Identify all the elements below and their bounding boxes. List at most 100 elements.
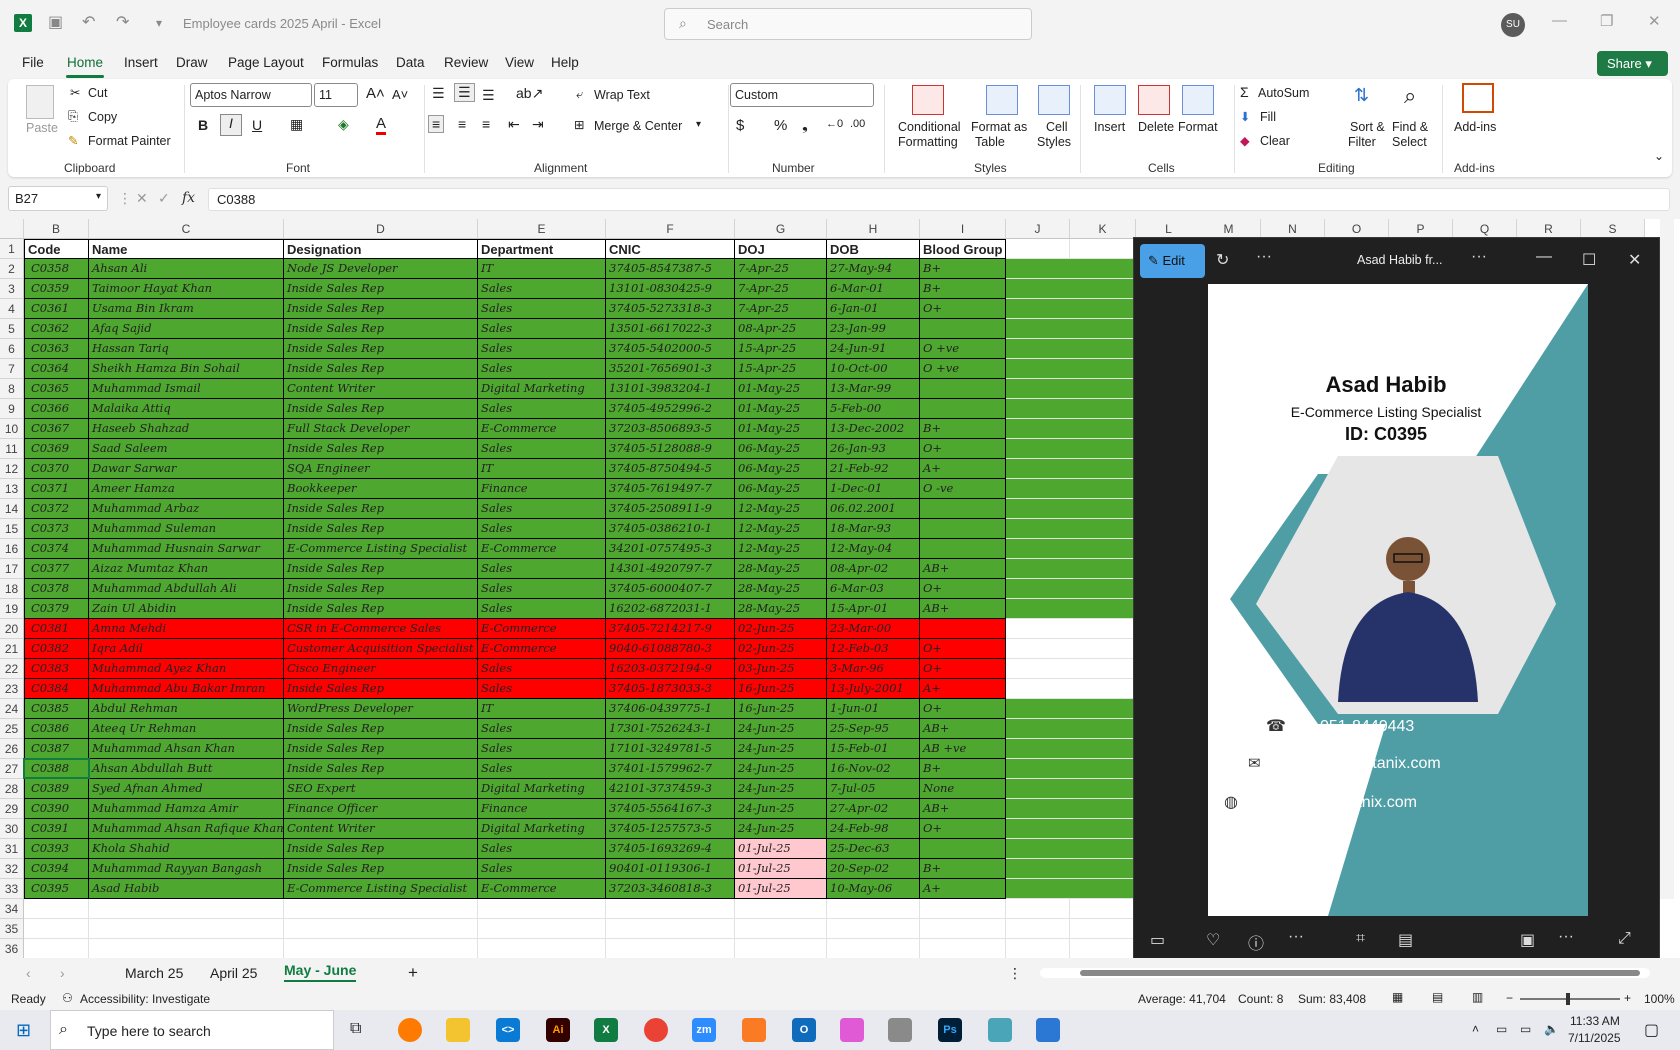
underline-icon[interactable]: U	[252, 117, 262, 133]
table-cell[interactable]: AB+	[920, 559, 1006, 579]
table-cell[interactable]: C0358	[24, 259, 89, 279]
favorite-icon[interactable]: ♡	[1206, 930, 1220, 950]
autosum-button[interactable]: AutoSum	[1258, 86, 1309, 100]
table-cell[interactable]: Sales	[478, 739, 606, 759]
header-cell[interactable]: DOB	[827, 239, 920, 259]
row-header[interactable]: 15	[0, 519, 24, 539]
table-cell[interactable]: Sales	[478, 339, 606, 359]
table-cell[interactable]: C0361	[24, 299, 89, 319]
table-cell[interactable]: 06-May-25	[735, 479, 827, 499]
table-cell[interactable]: Aizaz Mumtaz Khan	[89, 559, 284, 579]
table-cell[interactable]: Bookkeeper	[284, 479, 478, 499]
excel-taskbar-icon[interactable]: X	[594, 1018, 618, 1042]
empty-cell[interactable]	[89, 899, 284, 919]
column-header[interactable]: H	[827, 219, 920, 239]
font-color-icon[interactable]: A	[376, 115, 387, 135]
tray-up-icon[interactable]: ˄	[1472, 1022, 1479, 1036]
table-cell[interactable]: Muhammad Ahsan Rafique Khan	[89, 819, 284, 839]
table-cell[interactable]: IT	[478, 259, 606, 279]
menu-insert[interactable]: Insert	[124, 55, 158, 70]
table-cell[interactable]: C0386	[24, 719, 89, 739]
table-cell[interactable]: 37405-1873033-3	[606, 679, 735, 699]
conditional-formatting-label2[interactable]: Formatting	[898, 135, 958, 149]
table-cell[interactable]: 6-Mar-03	[827, 579, 920, 599]
user-avatar[interactable]: SU	[1501, 13, 1525, 37]
next-sheet-icon[interactable]: ›	[60, 965, 65, 981]
align-left-icon[interactable]: ≡	[428, 115, 445, 133]
table-cell[interactable]: Muhammad Suleman	[89, 519, 284, 539]
empty-cell[interactable]	[89, 939, 284, 959]
table-cell[interactable]: Sales	[478, 659, 606, 679]
table-cell[interactable]: 03-Jun-25	[735, 659, 827, 679]
table-cell[interactable]: 01-May-25	[735, 399, 827, 419]
row-header[interactable]: 3	[0, 279, 24, 299]
decrease-indent-icon[interactable]: ⇤	[508, 116, 520, 133]
delete-cells-icon[interactable]	[1138, 85, 1170, 115]
enter-icon[interactable]: ✓	[158, 190, 170, 207]
table-cell[interactable]	[920, 539, 1006, 559]
table-cell[interactable]	[920, 319, 1006, 339]
borders-icon[interactable]: ▦	[290, 116, 303, 133]
menu-view[interactable]: View	[505, 55, 534, 70]
table-cell[interactable]: Content Writer	[284, 379, 478, 399]
header-cell[interactable]: Name	[89, 239, 284, 259]
cell-styles-label2[interactable]: Styles	[1037, 135, 1071, 149]
empty-cell[interactable]	[920, 939, 1006, 959]
table-cell[interactable]: 26-Jan-93	[827, 439, 920, 459]
accessibility-status[interactable]: Accessibility: Investigate	[80, 992, 210, 1006]
empty-cell[interactable]	[606, 899, 735, 919]
row-header[interactable]: 8	[0, 379, 24, 399]
table-cell[interactable]: A+	[920, 459, 1006, 479]
table-cell[interactable]: 28-May-25	[735, 599, 827, 619]
row-header[interactable]: 14	[0, 499, 24, 519]
table-cell[interactable]: Customer Acquisition Specialist	[284, 639, 478, 659]
row-header[interactable]: 18	[0, 579, 24, 599]
table-cell[interactable]: 7-Apr-25	[735, 259, 827, 279]
table-cell[interactable]: 06-May-25	[735, 439, 827, 459]
merge-dropdown-icon[interactable]: ▾	[696, 119, 701, 130]
table-cell[interactable]: AB+	[920, 719, 1006, 739]
table-cell[interactable]: Saad Saleem	[89, 439, 284, 459]
prev-sheet-icon[interactable]: ‹	[26, 965, 31, 981]
table-cell[interactable]: Muhammad Abdullah Ali	[89, 579, 284, 599]
table-cell[interactable]: Abdul Rehman	[89, 699, 284, 719]
table-cell[interactable]: 13-July-2001	[827, 679, 920, 699]
table-cell[interactable]: O +ve	[920, 359, 1006, 379]
delete-cells-button[interactable]: Delete	[1138, 120, 1174, 134]
sheet-tab-may-june[interactable]: May - June	[284, 962, 357, 982]
table-cell[interactable]: 17101-3249781-5	[606, 739, 735, 759]
table-cell[interactable]: Inside Sales Rep	[284, 599, 478, 619]
insert-cells-icon[interactable]	[1094, 85, 1126, 115]
table-cell[interactable]: Inside Sales Rep	[284, 279, 478, 299]
table-cell[interactable]: Sales	[478, 359, 606, 379]
table-cell[interactable]: Amna Mehdi	[89, 619, 284, 639]
find-select-icon[interactable]: ⌕	[1404, 83, 1416, 109]
table-cell[interactable]: O+	[920, 299, 1006, 319]
percent-icon[interactable]: %	[774, 117, 787, 134]
table-cell[interactable]: 24-Jun-25	[735, 799, 827, 819]
table-cell[interactable]: Muhammad Ismail	[89, 379, 284, 399]
fit-icon[interactable]: ▣	[1520, 930, 1535, 950]
insert-function-icon[interactable]: fx	[182, 190, 195, 206]
column-header[interactable]: I	[920, 219, 1006, 239]
menu-review[interactable]: Review	[444, 55, 488, 70]
sort-filter-button[interactable]: Sort &	[1350, 120, 1385, 134]
table-cell[interactable]: C0382	[24, 639, 89, 659]
row-header[interactable]: 24	[0, 699, 24, 719]
fill-icon[interactable]: ⬇	[1240, 109, 1250, 124]
table-cell[interactable]: Sales	[478, 719, 606, 739]
column-header[interactable]: N	[1261, 219, 1325, 239]
table-cell[interactable]: 01-May-25	[735, 419, 827, 439]
table-cell[interactable]: 23-Mar-00	[827, 619, 920, 639]
table-cell[interactable]: O+	[920, 699, 1006, 719]
table-cell[interactable]: Sales	[478, 279, 606, 299]
table-cell[interactable]: 15-Feb-01	[827, 739, 920, 759]
add-sheet-icon[interactable]: +	[408, 963, 418, 983]
row-header[interactable]: 31	[0, 839, 24, 859]
clock-time[interactable]: 11:33 AM	[1570, 1014, 1620, 1028]
table-cell[interactable]: 24-Jun-25	[735, 759, 827, 779]
font-size-select[interactable]: 11	[314, 83, 358, 107]
table-cell[interactable]: 16-Jun-25	[735, 699, 827, 719]
format-as-table-button[interactable]: Format as	[971, 120, 1027, 134]
table-cell[interactable]: 28-May-25	[735, 579, 827, 599]
